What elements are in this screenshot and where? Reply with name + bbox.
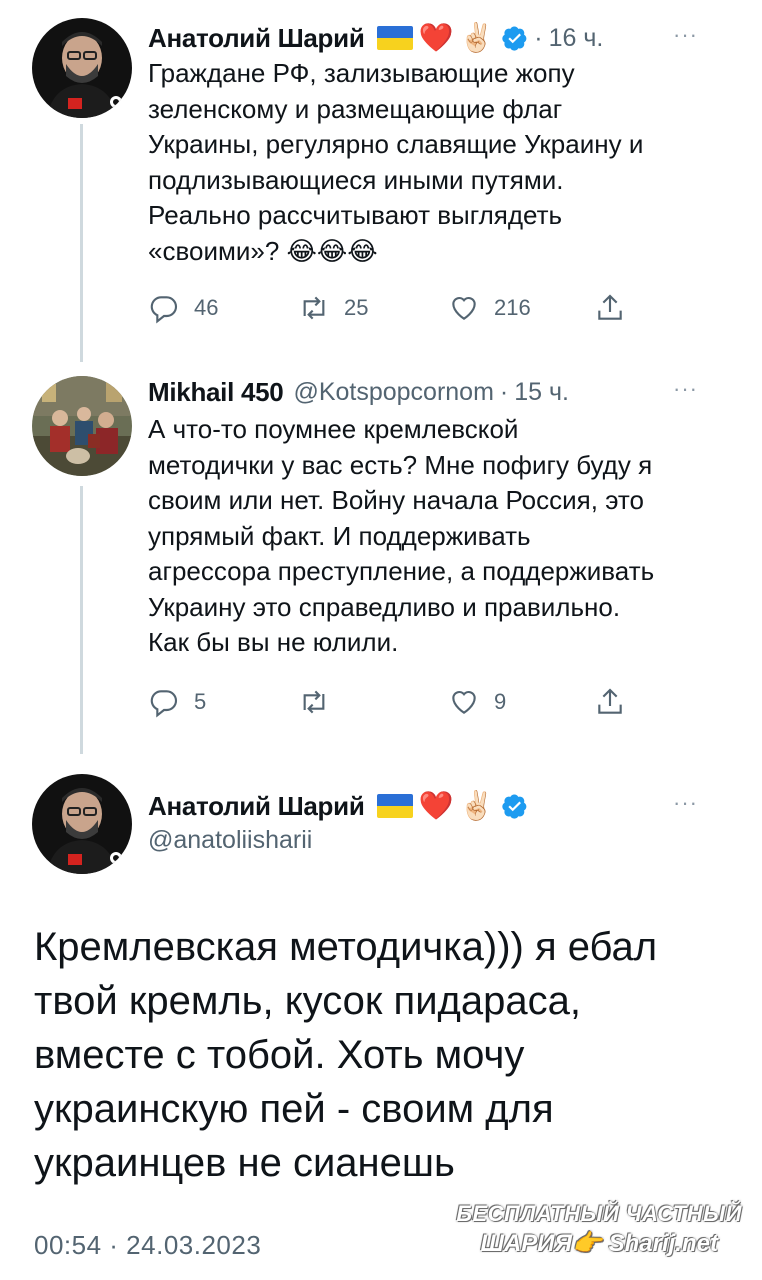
- tweet-header: Mikhail 450 @Kotspopcornom · 15 ч. ···: [148, 372, 732, 412]
- action-bar: 46 25 216: [148, 292, 648, 332]
- verified-badge-icon: [502, 794, 527, 819]
- tweet-1[interactable]: Анатолий Шарий ❤️ ✌🏻 · 16 ч. ··· Граждан…: [0, 0, 762, 362]
- text-line: А что-то поумнее кремлевской: [148, 414, 519, 444]
- reply-icon: [150, 690, 178, 718]
- reply-button[interactable]: 46: [148, 292, 218, 324]
- like-icon: [452, 690, 476, 714]
- text-line: зеленскому и размещающие флаг: [148, 93, 563, 124]
- tweet-text: Граждане РФ, зализывающие жопу зеленском…: [148, 56, 734, 269]
- thread-line: [80, 124, 83, 362]
- tweet-header: Анатолий Шарий ❤️ ✌🏻 ···: [148, 786, 732, 826]
- reply-button[interactable]: 5: [148, 686, 206, 718]
- share-button[interactable]: [594, 686, 626, 718]
- author-handle[interactable]: @anatoliisharii: [148, 826, 312, 855]
- retweet-icon: [303, 690, 325, 714]
- tweet-timestamp[interactable]: 00:54 · 24.03.2023: [34, 1230, 261, 1261]
- text-line: украинцев не сианешь: [34, 1141, 455, 1185]
- author-name[interactable]: Анатолий Шарий: [148, 791, 365, 822]
- text-line: украинскую пей - своим для: [34, 1087, 554, 1131]
- text-line: агрессора преступление, а поддерживать: [148, 556, 655, 586]
- reply-icon: [150, 296, 178, 324]
- retweet-button[interactable]: [298, 686, 344, 718]
- text-line: Украины, регулярно славящие Украину и: [148, 129, 644, 159]
- retweet-count: 25: [344, 295, 369, 320]
- more-options-icon[interactable]: ···: [673, 790, 698, 816]
- separator-dot: ·: [534, 23, 543, 52]
- red-heart-icon: ❤️: [418, 790, 454, 821]
- tweet-main: Анатолий Шарий ❤️ ✌🏻 ··· @anatoliisharii…: [0, 754, 762, 1280]
- more-options-icon[interactable]: ···: [673, 376, 698, 402]
- text-line: твой кремль, кусок пидараса,: [34, 979, 581, 1023]
- reply-count: 5: [194, 689, 207, 714]
- like-button[interactable]: 9: [448, 686, 506, 718]
- retweet-icon: [303, 296, 325, 320]
- thread-line: [80, 486, 83, 754]
- avatar-mikhail[interactable]: [32, 376, 132, 476]
- text-line: подлизывающиеся иными путями.: [148, 164, 564, 195]
- text-line: упрямый факт. И поддерживать: [148, 520, 531, 551]
- ukraine-flag-icon: [376, 26, 413, 50]
- tweet-header: Анатолий Шарий ❤️ ✌🏻 · 16 ч. ···: [148, 18, 732, 58]
- red-heart-icon: ❤️: [418, 22, 454, 53]
- avatar-anatolii[interactable]: [32, 774, 132, 874]
- tweet-time[interactable]: 16 ч.: [549, 24, 604, 53]
- watermark-line-1: БЕСПЛАТНЫЙ ЧАСТНЫЙ: [456, 1201, 742, 1226]
- like-button[interactable]: 216: [448, 292, 531, 324]
- text-line: Граждане РФ, зализывающие жопу: [148, 58, 575, 88]
- text-line: Реально рассчитывают выглядеть: [148, 200, 563, 230]
- tweet-2[interactable]: Mikhail 450 @Kotspopcornom · 15 ч. ··· А…: [0, 362, 762, 754]
- author-name[interactable]: Mikhail 450: [148, 377, 284, 408]
- like-count: 9: [494, 689, 507, 714]
- victory-hand-icon: ✌🏻: [459, 790, 495, 821]
- share-icon: [598, 688, 622, 714]
- tweet-text: Кремлевская методичка))) я ебал твой кре…: [34, 920, 734, 1190]
- victory-hand-icon: ✌🏻: [459, 22, 495, 53]
- text-line: Кремлевская методичка))) я ебал: [34, 925, 658, 969]
- watermark: БЕСПЛАТНЫЙ ЧАСТНЫЙ ШАРИЯ👉 Sharij.net: [456, 1201, 742, 1258]
- ukraine-flag-icon: [376, 794, 413, 818]
- like-icon: [452, 296, 476, 320]
- watermark-line-2: ШАРИЯ👉 Sharij.net: [480, 1230, 718, 1257]
- more-options-icon[interactable]: ···: [673, 22, 698, 48]
- share-icon: [598, 294, 622, 320]
- reply-count: 46: [194, 295, 219, 320]
- retweet-button[interactable]: 25: [298, 292, 368, 324]
- share-button[interactable]: [594, 292, 626, 324]
- tweet-time[interactable]: 15 ч.: [514, 378, 569, 407]
- like-count: 216: [494, 295, 531, 320]
- text-line: вместе с тобой. Хоть мочу: [34, 1033, 525, 1077]
- text-line: своим или нет. Войну начала Россия, это: [148, 485, 644, 515]
- avatar-anatolii[interactable]: [32, 18, 132, 118]
- action-bar: 5 9: [148, 686, 648, 726]
- author-name[interactable]: Анатолий Шарий: [148, 23, 365, 54]
- verified-badge-icon: [502, 26, 527, 51]
- author-handle[interactable]: @Kotspopcornom: [293, 378, 493, 407]
- text-line: «своими»? 😂😂😂: [148, 235, 378, 266]
- text-line: методички у вас есть? Мне пофигу буду я: [148, 449, 653, 480]
- tweet-text: А что-то поумнее кремлевской методички у…: [148, 412, 734, 661]
- text-line: Как бы вы не юлили.: [148, 627, 399, 657]
- separator-dot: ·: [499, 377, 509, 406]
- text-line: Украину это справедливо и правильно.: [148, 591, 621, 622]
